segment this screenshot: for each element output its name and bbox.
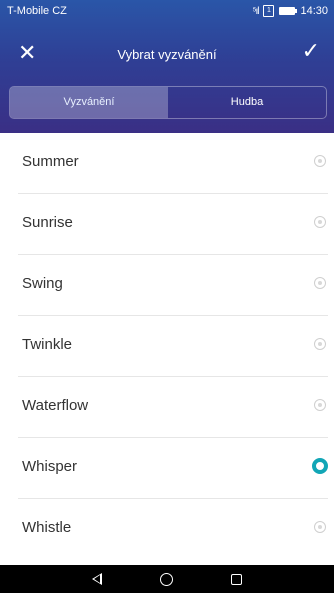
ringtone-name: Swing xyxy=(22,275,63,292)
tab-vyzvaneni[interactable]: Vyzvánění xyxy=(10,87,168,118)
list-item[interactable]: Sunrise xyxy=(18,194,328,255)
page-title: Vybrat vyzvánění xyxy=(117,47,217,62)
ringtone-list: Summer Sunrise Swing Twinkle Waterflow W… xyxy=(0,133,334,559)
radio-button[interactable] xyxy=(314,338,326,350)
carrier-label: T-Mobile CZ xyxy=(7,5,67,17)
tab-bar: Vyzvánění Hudba xyxy=(9,86,327,119)
list-item[interactable]: Whisper xyxy=(18,438,328,499)
ringtone-name: Summer xyxy=(22,153,79,170)
radio-button[interactable] xyxy=(314,399,326,411)
check-icon[interactable]: ✓ xyxy=(302,40,320,62)
list-item[interactable]: Summer xyxy=(18,133,328,194)
ringtone-name: Twinkle xyxy=(22,336,73,353)
navigation-bar xyxy=(0,565,334,593)
ringtone-name: Whistle xyxy=(22,519,72,536)
list-item[interactable]: Swing xyxy=(18,255,328,316)
sim-icon: 1 xyxy=(263,5,275,17)
status-icons: ⁵ıl 1 14:30 xyxy=(252,5,328,17)
home-icon[interactable] xyxy=(160,572,173,586)
title-bar: ✕ Vybrat vyzvánění ✓ xyxy=(0,30,334,80)
ringtone-name: Waterflow xyxy=(22,397,89,414)
list-item[interactable]: Twinkle xyxy=(18,316,328,377)
list-item[interactable]: Waterflow xyxy=(18,377,328,438)
tab-hudba[interactable]: Hudba xyxy=(168,87,326,118)
radio-button[interactable] xyxy=(314,216,326,228)
list-item[interactable]: Whistle xyxy=(18,499,328,559)
radio-button[interactable] xyxy=(314,155,326,167)
ringtone-name: Sunrise xyxy=(22,214,73,231)
header: T-Mobile CZ ⁵ıl 1 14:30 ✕ Vybrat vyzváně… xyxy=(0,0,334,133)
recent-apps-icon[interactable] xyxy=(231,573,242,585)
clock: 14:30 xyxy=(300,5,328,17)
back-icon[interactable] xyxy=(92,573,102,585)
radio-button[interactable] xyxy=(314,521,326,533)
status-bar: T-Mobile CZ ⁵ıl 1 14:30 xyxy=(0,0,334,24)
battery-icon xyxy=(279,7,298,15)
ringtone-name: Whisper xyxy=(22,458,78,475)
signal-icon: ⁵ıl xyxy=(252,5,259,17)
radio-button-selected[interactable] xyxy=(312,458,328,474)
radio-button[interactable] xyxy=(314,277,326,289)
